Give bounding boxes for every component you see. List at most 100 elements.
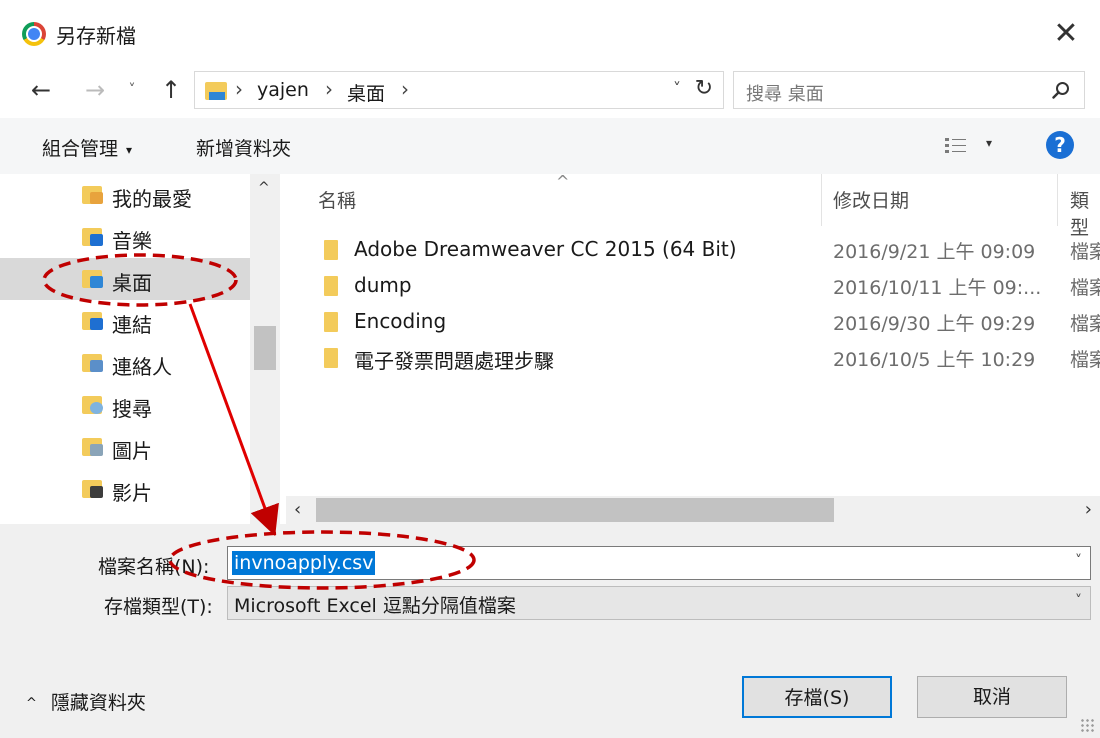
help-icon[interactable]: ? [1046, 131, 1074, 159]
column-divider[interactable] [1057, 174, 1058, 226]
sidebar-item-desktop[interactable]: 桌面 [0, 258, 250, 300]
hide-folders-label: 隱藏資料夾 [50, 692, 146, 714]
file-date: 2016/10/5 上午 10:29 [833, 349, 1036, 371]
magnifier-icon [90, 402, 103, 414]
file-name: dump [354, 273, 412, 297]
breadcrumb-yajen[interactable]: yajen [257, 79, 309, 101]
scroll-up-icon[interactable]: ^ [258, 180, 270, 196]
contact-card-icon [90, 360, 103, 372]
film-icon [90, 486, 103, 498]
caret-up-icon: ^ [26, 696, 37, 711]
scroll-right-icon[interactable]: › [1085, 499, 1092, 520]
column-divider[interactable] [821, 174, 822, 226]
back-button[interactable]: ← [26, 74, 56, 106]
file-row[interactable]: Encoding 2016/9/30 上午 09:29 檔案 [286, 304, 1100, 340]
file-list: 名稱 ^ 修改日期 類型 Adobe Dreamweaver CC 2015 (… [286, 174, 1100, 524]
sidebar-item-label: 桌面 [112, 271, 152, 295]
desktop-icon [90, 276, 103, 288]
sidebar-item-label: 連結 [112, 313, 152, 337]
resize-grip-icon[interactable] [1080, 718, 1094, 732]
view-options-caret-icon[interactable]: ▾ [986, 136, 992, 150]
view-details-icon[interactable] [944, 136, 968, 156]
save-type-value: Microsoft Excel 逗點分隔值檔案 [234, 595, 516, 617]
search-icon[interactable] [1052, 81, 1070, 99]
refresh-icon[interactable]: ↻ [695, 76, 713, 101]
search-placeholder: 搜尋 桌面 [746, 84, 824, 105]
file-name: Adobe Dreamweaver CC 2015 (64 Bit) [354, 237, 737, 261]
column-header-label: 名稱 [318, 190, 357, 212]
file-row[interactable]: 電子發票問題處理步驟 2016/10/5 上午 10:29 檔案 [286, 340, 1100, 376]
forward-button[interactable]: → [80, 74, 110, 106]
sidebar-item-links[interactable]: 連結 [0, 300, 250, 342]
filename-dropdown-icon[interactable]: ˅ [1075, 553, 1082, 569]
sidebar-item-favorites[interactable]: 我的最愛 [0, 174, 250, 216]
new-folder-button[interactable]: 新增資料夾 [196, 134, 291, 161]
organize-button[interactable]: 組合管理 ▾ [42, 134, 132, 161]
sidebar-item-label: 音樂 [112, 229, 152, 253]
hide-folders-button[interactable]: ^ 隱藏資料夾 [26, 688, 146, 715]
sidebar-item-contacts[interactable]: 連絡人 [0, 342, 250, 384]
file-name: 電子發票問題處理步驟 [354, 349, 554, 373]
command-bar: 組合管理 ▾ 新增資料夾 ▾ ? [0, 118, 1100, 174]
file-date: 2016/9/30 上午 09:29 [833, 313, 1036, 335]
link-arrow-icon [90, 318, 103, 330]
sidebar-item-label: 連絡人 [112, 355, 172, 379]
cancel-button[interactable]: 取消 [917, 676, 1067, 718]
sort-ascending-icon: ^ [556, 174, 570, 191]
breadcrumb-separator[interactable]: › [401, 77, 409, 101]
folder-icon [324, 348, 338, 368]
filename-value[interactable]: invnoapply.csv [232, 551, 376, 575]
file-row[interactable]: dump 2016/10/11 上午 09:... 檔案 [286, 268, 1100, 304]
title-bar: 另存新檔 ✕ [0, 0, 1100, 66]
file-type: 檔案 [1070, 241, 1100, 263]
music-note-icon [90, 234, 103, 246]
desktop-folder-icon [205, 82, 227, 100]
file-date: 2016/10/11 上午 09:... [833, 277, 1042, 299]
file-row[interactable]: Adobe Dreamweaver CC 2015 (64 Bit) 2016/… [286, 232, 1100, 268]
sidebar-item-label: 圖片 [112, 439, 152, 463]
caret-down-icon: ▾ [126, 142, 133, 157]
sidebar-item-searches[interactable]: 搜尋 [0, 384, 250, 426]
folder-icon [324, 312, 338, 332]
navigation-pane-scrollbar[interactable]: ^ [250, 174, 280, 524]
navigation-pane: 我的最愛 音樂 桌面 連結 連絡人 搜尋 圖片 影片 ^ [0, 174, 280, 524]
file-type: 檔案 [1070, 349, 1100, 371]
scroll-left-icon[interactable]: ‹ [294, 499, 301, 520]
favorites-star-icon [90, 192, 103, 204]
search-input[interactable]: 搜尋 桌面 [733, 71, 1085, 109]
navigation-row: ← → ˅ ↑ › yajen › 桌面 › ˅ ↻ 搜尋 桌面 [0, 66, 1100, 114]
save-type-label: 存檔類型(T): [104, 596, 213, 618]
chrome-icon [22, 22, 46, 46]
breadcrumb-separator[interactable]: › [325, 77, 333, 101]
address-bar[interactable]: › yajen › 桌面 › ˅ ↻ [194, 71, 724, 109]
scrollbar-thumb[interactable] [316, 498, 834, 522]
breadcrumb-desktop[interactable]: 桌面 [347, 79, 385, 106]
sidebar-item-label: 影片 [112, 481, 152, 505]
column-header-date[interactable]: 修改日期 [833, 186, 909, 213]
save-button[interactable]: 存檔(S) [742, 676, 892, 718]
file-type: 檔案 [1070, 277, 1100, 299]
file-date: 2016/9/21 上午 09:09 [833, 241, 1036, 263]
filename-input[interactable]: invnoapply.csv ˅ [227, 546, 1091, 580]
address-dropdown-icon[interactable]: ˅ [673, 79, 681, 98]
file-type: 檔案 [1070, 313, 1100, 335]
sidebar-item-pictures[interactable]: 圖片 [0, 426, 250, 468]
close-button[interactable]: ✕ [1046, 14, 1086, 54]
sidebar-item-videos[interactable]: 影片 [0, 468, 250, 510]
organize-label: 組合管理 [42, 138, 119, 160]
column-header-name[interactable]: 名稱 [318, 186, 356, 213]
picture-icon [90, 444, 103, 456]
horizontal-scrollbar[interactable]: ‹ › [286, 496, 1100, 524]
breadcrumb-separator[interactable]: › [235, 77, 243, 101]
folder-icon [324, 276, 338, 296]
file-name: Encoding [354, 309, 447, 333]
recent-locations-button[interactable]: ˅ [120, 74, 144, 106]
save-type-dropdown-icon[interactable]: ˅ [1075, 593, 1082, 609]
scrollbar-thumb[interactable] [254, 326, 276, 370]
sidebar-item-music[interactable]: 音樂 [0, 216, 250, 258]
sidebar-item-label: 搜尋 [112, 397, 152, 421]
save-form: 檔案名稱(N): invnoapply.csv ˅ 存檔類型(T): Micro… [0, 524, 1100, 738]
save-type-select[interactable]: Microsoft Excel 逗點分隔值檔案 ˅ [227, 586, 1091, 620]
folder-icon [324, 240, 338, 260]
up-button[interactable]: ↑ [156, 74, 186, 106]
